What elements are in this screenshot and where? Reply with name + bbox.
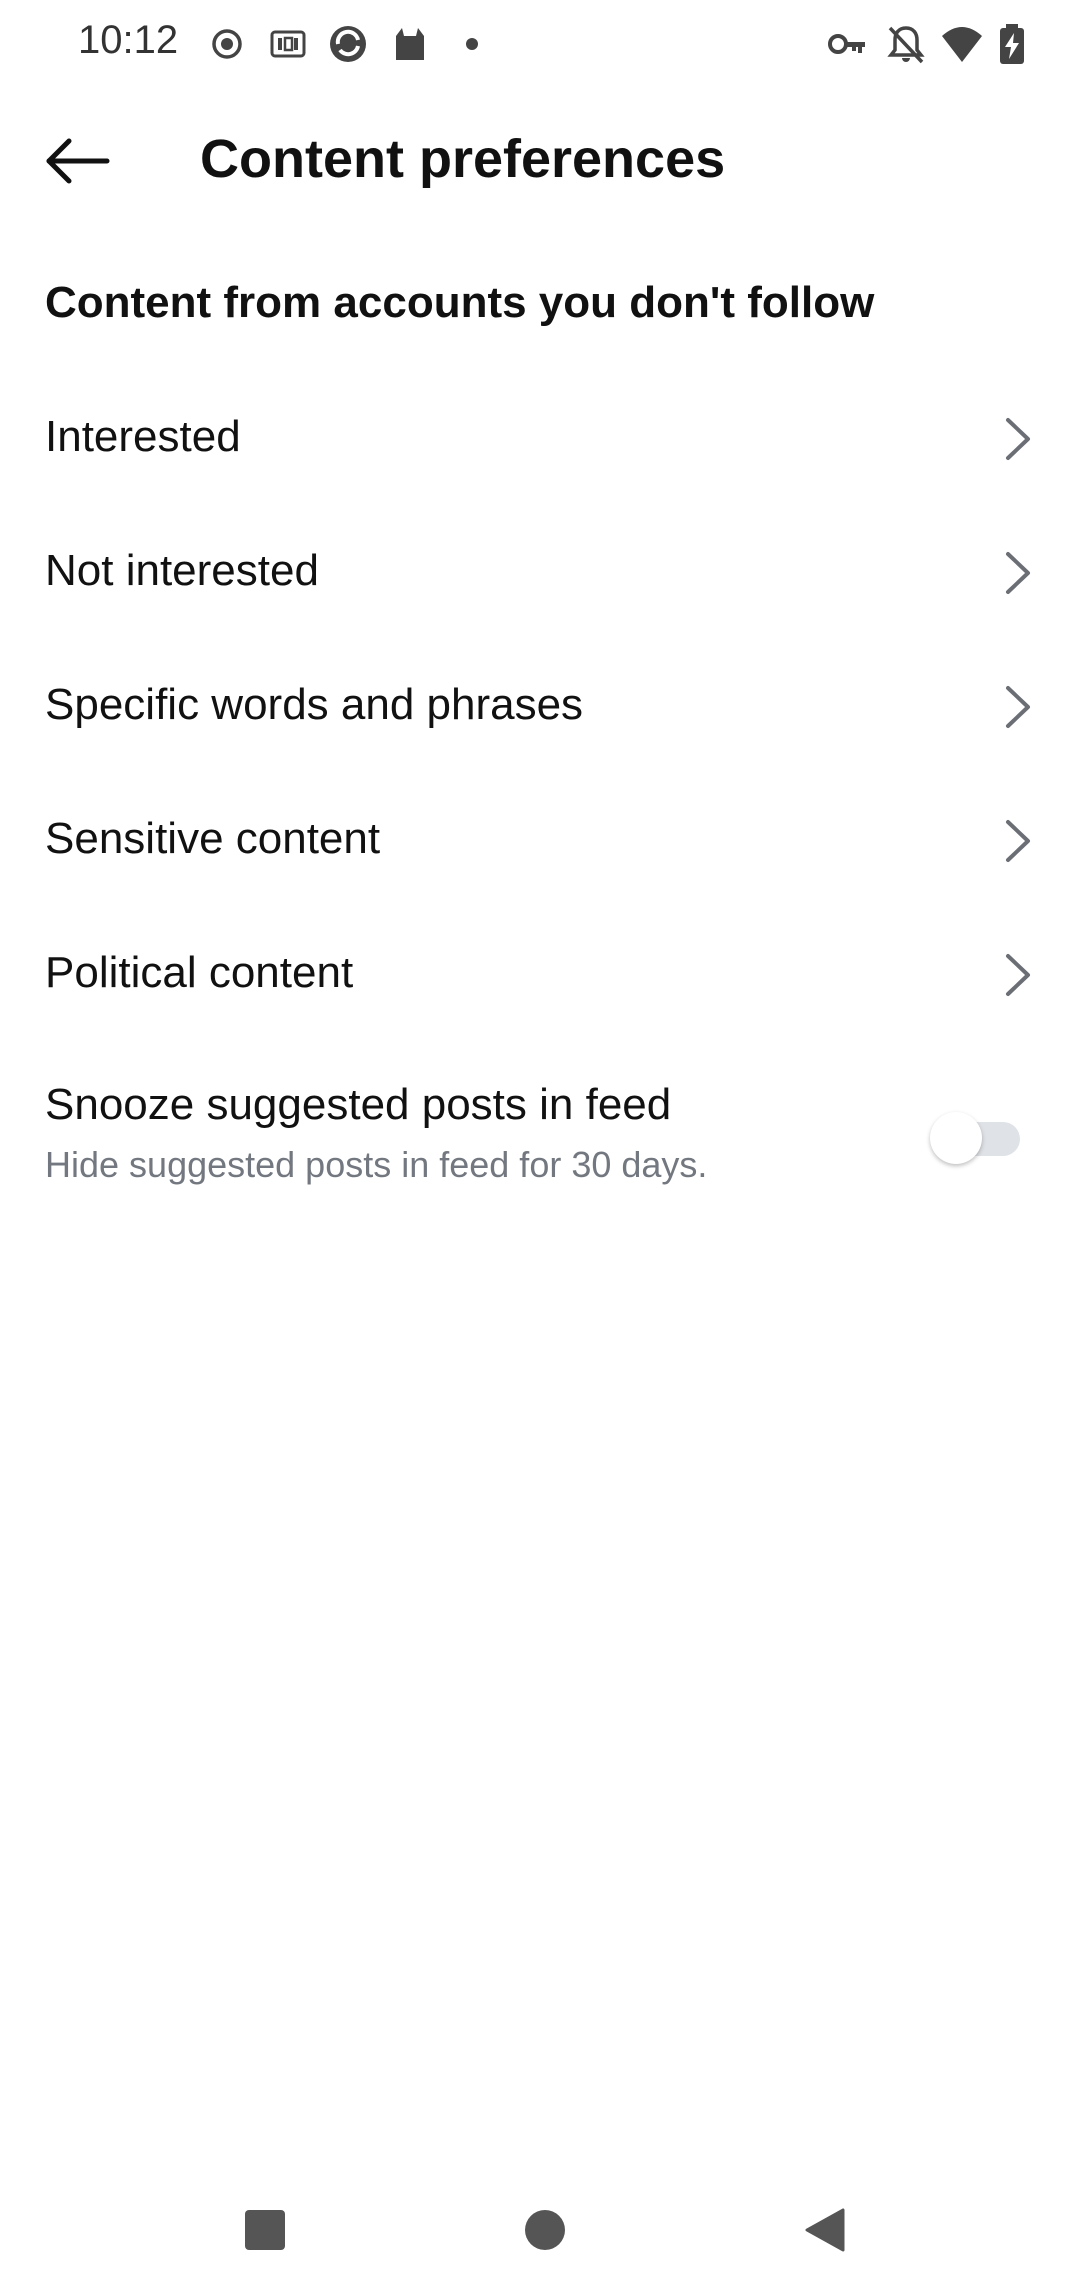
cat-icon — [396, 28, 424, 60]
menu-item-not-interested[interactable]: Not interested — [0, 506, 1080, 640]
system-nav-bar — [0, 2180, 1080, 2280]
chevron-right-icon — [1006, 552, 1030, 594]
home-button[interactable] — [505, 2190, 585, 2270]
back-button[interactable] — [36, 126, 120, 196]
snooze-subtitle: Hide suggested posts in feed for 30 days… — [45, 1144, 708, 1185]
chevron-right-icon — [1006, 954, 1030, 996]
record-icon — [212, 29, 242, 59]
dot-icon — [466, 38, 478, 50]
menu-item-label: Political content — [45, 948, 354, 997]
home-circle-icon — [525, 2210, 565, 2250]
snooze-toggle[interactable] — [930, 1110, 1022, 1166]
status-time: 10:12 — [78, 18, 179, 62]
chevron-right-icon — [1006, 418, 1030, 460]
app-swirl-icon — [330, 26, 366, 62]
toggle-thumb — [930, 1112, 982, 1164]
iqiyi-icon — [270, 30, 306, 58]
app-header: Content preferences — [0, 100, 1080, 220]
arrow-left-icon — [46, 138, 110, 184]
menu-item-label: Not interested — [45, 546, 319, 595]
snooze-title: Snooze suggested posts in feed — [45, 1080, 672, 1129]
menu-item-label: Sensitive content — [45, 814, 381, 863]
section-heading: Content from accounts you don't follow — [45, 278, 875, 327]
back-triangle-icon — [805, 2208, 845, 2252]
menu-item-label: Specific words and phrases — [45, 680, 584, 729]
battery-charging-icon — [1000, 24, 1024, 64]
status-bar: 10:12 — [0, 0, 1080, 88]
snooze-suggested-posts-row: Snooze suggested posts in feed Hide sugg… — [0, 1060, 1080, 1190]
chevron-right-icon — [1006, 820, 1030, 862]
menu-item-political-content[interactable]: Political content — [0, 908, 1080, 1042]
recents-square-icon — [245, 2210, 285, 2250]
menu-item-sensitive-content[interactable]: Sensitive content — [0, 774, 1080, 908]
page-title: Content preferences — [200, 129, 726, 189]
notifications-off-icon — [887, 26, 925, 64]
recents-button[interactable] — [225, 2190, 305, 2270]
menu-item-interested[interactable]: Interested — [0, 372, 1080, 506]
chevron-right-icon — [1006, 686, 1030, 728]
vpn-key-icon — [828, 34, 865, 54]
wifi-icon — [942, 27, 982, 62]
menu-item-specific-words[interactable]: Specific words and phrases — [0, 640, 1080, 774]
preferences-list: Interested Not interested Specific words… — [0, 372, 1080, 1042]
back-nav-button[interactable] — [785, 2190, 865, 2270]
menu-item-label: Interested — [45, 412, 241, 461]
